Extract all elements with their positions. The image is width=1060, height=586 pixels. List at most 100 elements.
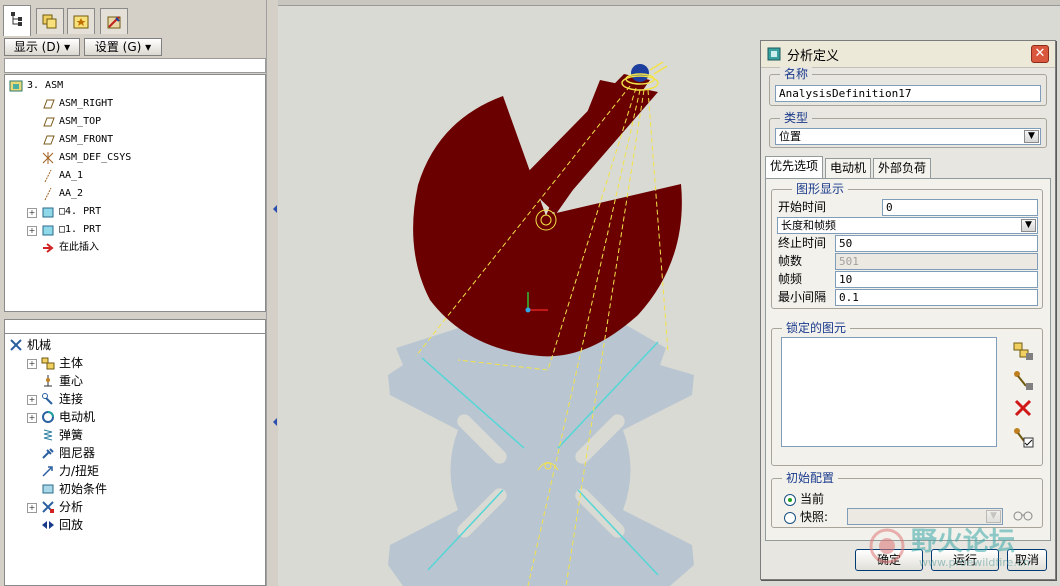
- watermark-url: www.proewildfire.cn: [919, 556, 1030, 569]
- tree-item-label: 在此插入: [59, 242, 99, 253]
- dialog-app-icon: [767, 47, 781, 61]
- initial-config-label: 初始配置: [782, 471, 839, 485]
- expand-icon[interactable]: +: [27, 503, 37, 513]
- initial-condition-icon: [42, 484, 54, 494]
- model-tree[interactable]: 3. ASM ASM_RIGHT ASM_TOP ASM_FRONT ASM_DEF_C…: [4, 74, 266, 312]
- panel-sash[interactable]: [266, 0, 271, 586]
- start-time-label: 开始时间: [778, 200, 827, 214]
- tree-item-label: 主体: [59, 356, 84, 370]
- tree-item-label: 连接: [59, 392, 84, 406]
- analysis-name-field[interactable]: AnalysisDefinition17: [775, 85, 1041, 102]
- tree-item-label: □1. PRT: [59, 224, 102, 235]
- type-select-value: 位置: [779, 130, 801, 143]
- analysis-definition-dialog: 分析定义 ✕ 名称 AnalysisDefinition17 类型 位置 ▼ 优…: [760, 40, 1056, 580]
- enable-connection-icon[interactable]: [1011, 425, 1035, 449]
- tab-motors[interactable]: 电动机: [825, 158, 871, 178]
- mechanism-icon: [10, 339, 22, 351]
- assembly-icon: [9, 80, 23, 92]
- tree-item-label: 机械: [27, 338, 52, 352]
- current-radio[interactable]: [784, 494, 796, 506]
- type-group-label: 类型: [780, 111, 813, 125]
- timing-mode-value: 长度和帧频: [781, 219, 836, 232]
- delete-icon[interactable]: [1011, 396, 1035, 420]
- model-tree-tab-icon: [11, 12, 22, 26]
- min-interval-field[interactable]: 0.1: [835, 289, 1038, 306]
- csys-icon: [42, 152, 54, 164]
- model-tree-tab[interactable]: [3, 5, 31, 36]
- show-button[interactable]: 显示 (D) ▾: [4, 38, 80, 56]
- expand-icon[interactable]: +: [27, 413, 37, 423]
- expand-icon[interactable]: +: [27, 208, 37, 218]
- lock-body-icon[interactable]: [1011, 339, 1035, 363]
- expand-icon[interactable]: +: [27, 395, 37, 405]
- datum-plane-icon: [43, 135, 55, 145]
- tree-item-label: 初始条件: [59, 482, 108, 496]
- forum-watermark: 野火论坛 www.proewildfire.cn: [869, 527, 1030, 569]
- tree-item-label: 阻尼器: [59, 446, 96, 460]
- collapse-left-icon[interactable]: [273, 418, 277, 426]
- frame-rate-field[interactable]: 10: [835, 271, 1038, 288]
- snapshot-label: 快照:: [800, 510, 829, 524]
- force-torque-icon: [42, 466, 53, 477]
- driving-disc: [413, 80, 682, 357]
- center-of-gravity-icon: [44, 375, 52, 387]
- playback-icon: [42, 521, 54, 529]
- tree-item-label: 重心: [59, 374, 84, 388]
- part-icon: [42, 207, 54, 218]
- damper-icon: [42, 448, 54, 459]
- favorites-tab[interactable]: [67, 8, 95, 34]
- locked-entities-list[interactable]: [781, 337, 997, 447]
- body-icon: [41, 357, 55, 370]
- type-group: 类型 位置 ▼: [769, 111, 1047, 148]
- end-time-field[interactable]: 50: [835, 235, 1038, 252]
- favorites-tab-icon: [73, 15, 89, 29]
- crank-pin: [631, 64, 649, 82]
- spring-icon: [43, 429, 53, 441]
- analysis-icon: [42, 501, 54, 513]
- frame-rate-label: 帧频: [778, 272, 803, 286]
- mechanism-tree[interactable]: 机械 + 主体重心 + 连接 + 电动机弹簧阻尼器力/扭矩初始条件 + 分析回放: [4, 333, 266, 586]
- layers-tab-icon: [42, 14, 57, 29]
- tools-tab[interactable]: [100, 8, 128, 34]
- tree-item-label: 3. ASM: [27, 80, 64, 91]
- lock-connection-icon[interactable]: [1011, 368, 1035, 392]
- graphics-display-label: 图形显示: [792, 182, 849, 196]
- start-time-field[interactable]: 0: [882, 199, 1038, 216]
- datum-plane-icon: [43, 99, 55, 109]
- frames-label: 帧数: [778, 254, 803, 268]
- tree-item-label: 分析: [59, 500, 84, 514]
- tree-item-label: 电动机: [59, 410, 96, 424]
- current-label: 当前: [800, 492, 825, 506]
- watermark-title: 野火论坛: [911, 527, 1015, 557]
- settings-button[interactable]: 设置 (G) ▾: [84, 38, 162, 56]
- datum-axis-icon: [44, 169, 52, 183]
- min-interval-label: 最小间隔: [778, 290, 827, 304]
- name-group-label: 名称: [780, 67, 813, 81]
- dialog-title: 分析定义: [787, 49, 840, 64]
- tree-item-label: AA_2: [59, 188, 84, 199]
- type-select[interactable]: 位置 ▼: [775, 128, 1041, 145]
- navigator-panel: 显示 (D) ▾ 设置 (G) ▾ 3. ASM ASM_RIGHT ASM_TOP…: [0, 0, 284, 586]
- expand-icon[interactable]: +: [27, 359, 37, 369]
- dialog-titlebar[interactable]: 分析定义 ✕: [761, 41, 1055, 68]
- name-group: 名称 AnalysisDefinition17: [769, 67, 1047, 106]
- tab-external-loads[interactable]: 外部负荷: [873, 158, 931, 178]
- crank-arm: [520, 74, 650, 214]
- tree-item-label: 弹簧: [59, 428, 84, 442]
- tree-item-label: 力/扭矩: [59, 464, 100, 478]
- mech-tree-header: [4, 319, 266, 333]
- tab-preferences[interactable]: 优先选项: [765, 156, 823, 179]
- tree-item-label: 回放: [59, 518, 84, 532]
- expand-icon[interactable]: +: [27, 226, 37, 236]
- motor-icon: [42, 411, 54, 423]
- part-icon: [42, 225, 54, 236]
- snapshot-radio[interactable]: [784, 512, 796, 524]
- frames-field: 501: [835, 253, 1038, 270]
- chevron-down-icon: ▼: [1021, 219, 1036, 232]
- timing-mode-select[interactable]: 长度和帧频 ▼: [777, 217, 1038, 234]
- navigator-tabs: [0, 0, 270, 36]
- layers-tab[interactable]: [36, 8, 64, 34]
- close-icon[interactable]: ✕: [1031, 45, 1049, 63]
- collapse-left-icon[interactable]: [273, 205, 277, 213]
- tree-filter-input[interactable]: [4, 58, 266, 73]
